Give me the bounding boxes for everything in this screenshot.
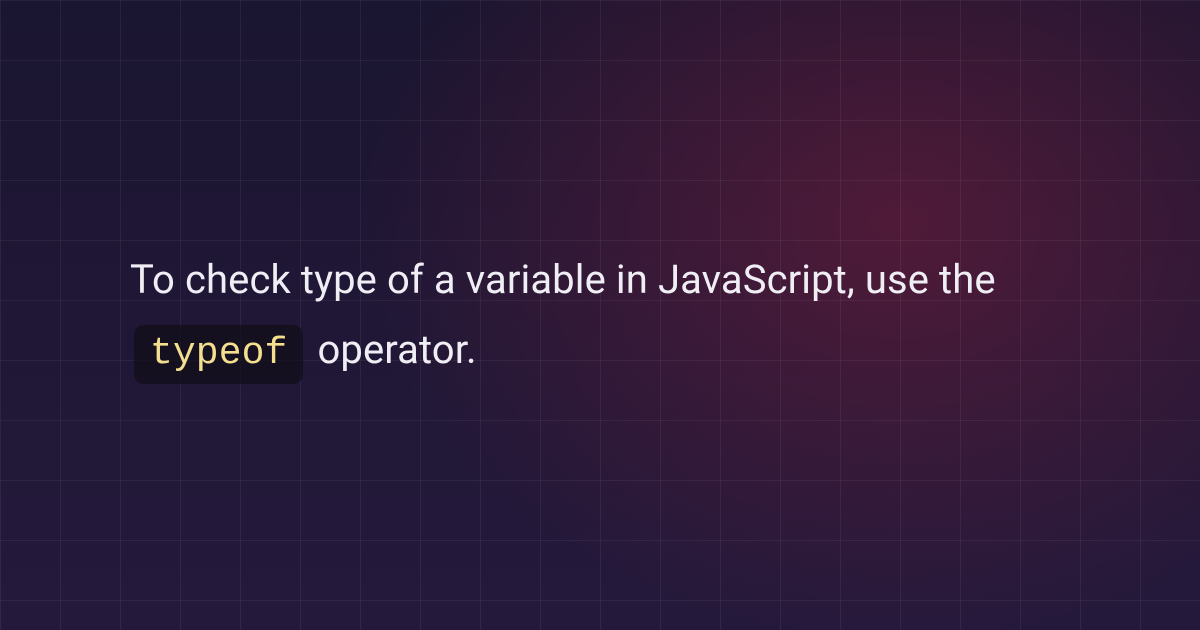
code-snippet: typeof xyxy=(134,325,303,384)
tip-text-after: operator. xyxy=(317,326,476,373)
tip-text-before: To check type of a variable in JavaScrip… xyxy=(130,256,996,303)
tip-card: To check type of a variable in JavaScrip… xyxy=(0,0,1200,630)
tip-text: To check type of a variable in JavaScrip… xyxy=(130,245,1090,385)
